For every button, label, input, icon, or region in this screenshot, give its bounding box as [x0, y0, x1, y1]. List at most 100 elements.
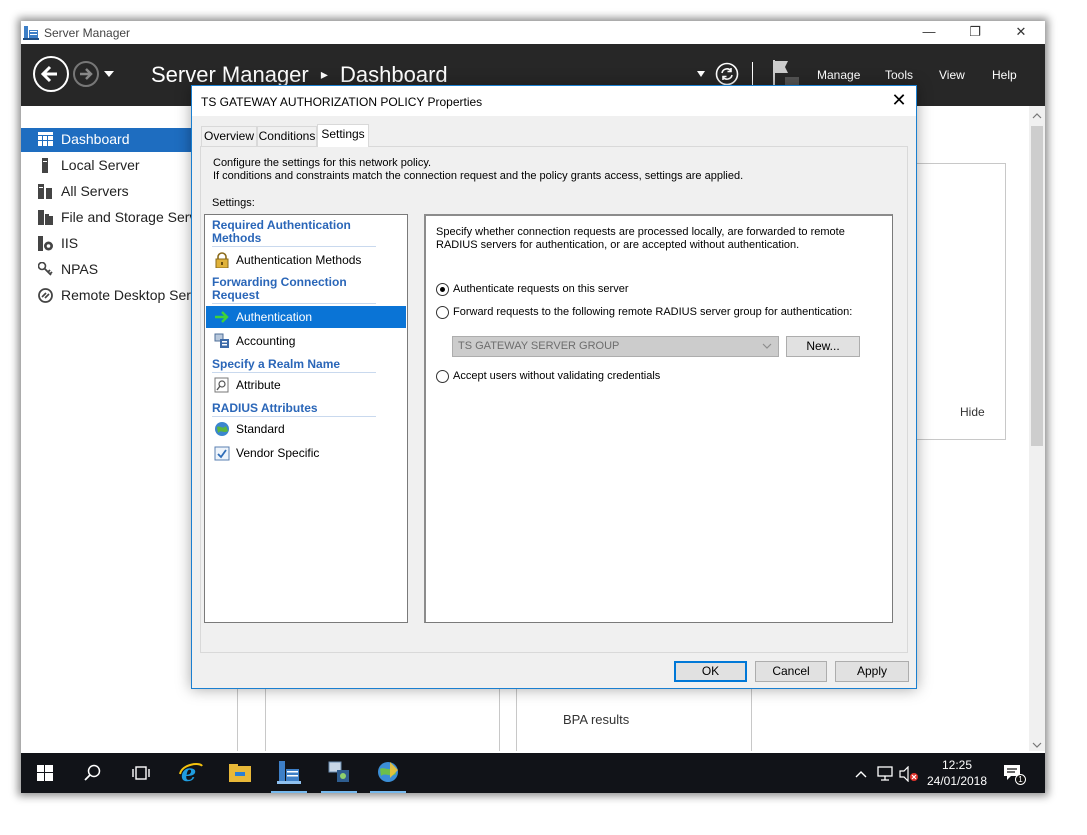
taskbar-server-manager[interactable] — [269, 753, 309, 793]
minimize-button[interactable]: — — [906, 21, 952, 44]
radio-button-checked[interactable] — [436, 283, 449, 296]
tab-overview[interactable]: Overview — [201, 126, 257, 146]
rd-gateway-icon — [378, 762, 398, 782]
content-scrollbar[interactable] — [1029, 106, 1045, 751]
npas-icon — [38, 262, 53, 276]
panel-description-1: Configure the settings for this network … — [213, 157, 432, 169]
menu-view[interactable]: View — [939, 68, 965, 82]
history-dropdown-icon[interactable] — [104, 70, 114, 78]
sidebar-item-label: NPAS — [61, 261, 99, 277]
sidebar-item-label: Local Server — [61, 157, 140, 173]
tree-item-authentication[interactable]: Authentication — [206, 306, 406, 328]
new-group-button[interactable]: New... — [786, 336, 860, 357]
tree-header-rule — [212, 416, 376, 417]
tree-item-label: Accounting — [236, 334, 296, 348]
notifications-flag-icon[interactable] — [772, 58, 802, 88]
volume-muted-icon[interactable] — [899, 766, 919, 782]
panel-description-2: If conditions and constraints match the … — [213, 170, 744, 182]
policy-properties-dialog: TS GATEWAY AUTHORIZATION POLICY Properti… — [191, 85, 917, 689]
taskbar-clock[interactable]: 12:25 24/01/2018 — [921, 757, 993, 789]
sidebar-item-npas[interactable]: NPAS — [21, 258, 196, 282]
tab-conditions[interactable]: Conditions — [257, 126, 317, 146]
cancel-button[interactable]: Cancel — [755, 661, 827, 682]
clock-time: 12:25 — [941, 758, 973, 772]
scrollbar-thumb[interactable] — [1031, 126, 1043, 446]
taskbar-file-explorer[interactable] — [220, 753, 260, 793]
vendor-specific-icon — [214, 446, 230, 461]
back-button[interactable] — [33, 56, 69, 92]
tree-item-label: Standard — [236, 422, 285, 436]
dashboard-icon — [38, 132, 53, 146]
bpa-results-label[interactable]: BPA results — [563, 712, 629, 727]
server-icon — [42, 158, 48, 173]
detail-intro-1: Specify whether connection requests are … — [436, 226, 845, 238]
forward-button[interactable] — [73, 61, 99, 87]
tab-settings[interactable]: Settings — [317, 124, 369, 147]
sidebar-item-remote-desktop[interactable]: Remote Desktop Services — [21, 284, 196, 308]
hide-welcome-link[interactable]: Hide — [960, 405, 985, 419]
window-titlebar: Server Manager — ❐ ✕ — [21, 21, 1045, 44]
restore-button[interactable]: ❐ — [952, 21, 998, 44]
apply-button[interactable]: Apply — [835, 661, 909, 682]
taskbar-rd-gateway[interactable] — [368, 753, 408, 793]
tree-item-label: Attribute — [236, 378, 281, 392]
sidebar-item-local-server[interactable]: Local Server — [21, 154, 196, 178]
show-hidden-icons-icon[interactable] — [855, 770, 867, 778]
tree-item-authentication-methods[interactable]: Authentication Methods — [206, 249, 406, 271]
taskbar-internet-explorer[interactable]: e — [171, 753, 211, 793]
tree-item-standard[interactable]: Standard — [206, 418, 406, 440]
refresh-icon[interactable] — [715, 62, 739, 86]
dialog-close-button[interactable]: ✕ — [882, 86, 916, 116]
close-window-button[interactable]: ✕ — [998, 21, 1044, 44]
storage-icon — [38, 210, 53, 225]
breadcrumb-separator-icon: ▸ — [320, 66, 328, 82]
tree-item-vendor-specific[interactable]: Vendor Specific — [206, 442, 406, 464]
window-title: Server Manager — [44, 26, 131, 40]
tree-header-rule — [212, 246, 376, 247]
search-button[interactable] — [73, 753, 113, 793]
sidebar-item-all-servers[interactable]: All Servers — [21, 180, 196, 204]
sidebar-item-dashboard[interactable]: Dashboard — [21, 128, 196, 152]
dialog-title: TS GATEWAY AUTHORIZATION POLICY Properti… — [201, 95, 483, 109]
tree-item-attribute[interactable]: Attribute — [206, 374, 406, 396]
welcome-tile — [916, 163, 1006, 440]
running-indicator — [321, 791, 357, 793]
tree-item-accounting[interactable]: Accounting — [206, 330, 406, 352]
clock-date: 24/01/2018 — [926, 774, 988, 788]
radio-button[interactable] — [436, 306, 449, 319]
tree-header-radius: RADIUS Attributes — [212, 401, 318, 415]
tile-column-5 — [751, 689, 752, 751]
running-indicator — [271, 791, 307, 793]
scroll-up-icon[interactable] — [1029, 109, 1045, 123]
start-button[interactable] — [25, 753, 65, 793]
tile-column-3 — [499, 689, 500, 751]
network-icon[interactable] — [877, 766, 895, 782]
tree-header-line: Request — [212, 288, 260, 302]
refresh-dropdown-icon[interactable] — [697, 71, 705, 77]
file-explorer-icon — [229, 764, 251, 782]
tree-header-line: Methods — [212, 231, 262, 245]
menu-manage[interactable]: Manage — [817, 68, 860, 82]
tile-column-4 — [516, 689, 517, 751]
radius-server-group-select: TS GATEWAY SERVER GROUP — [452, 336, 779, 357]
scroll-down-icon[interactable] — [1029, 738, 1045, 752]
forward-arrow-icon — [80, 68, 93, 80]
search-icon — [84, 764, 101, 781]
menu-tools[interactable]: Tools — [885, 68, 913, 82]
task-view-button[interactable] — [121, 753, 161, 793]
tree-item-label: Vendor Specific — [236, 446, 320, 460]
taskbar-nps-console[interactable] — [319, 753, 359, 793]
ok-button[interactable]: OK — [674, 661, 747, 682]
task-view-icon — [132, 766, 150, 780]
header-divider — [752, 62, 753, 86]
windows-logo-icon — [37, 765, 53, 781]
dialog-titlebar[interactable]: TS GATEWAY AUTHORIZATION POLICY Properti… — [192, 86, 916, 116]
server-manager-app-icon — [23, 26, 39, 40]
sidebar-item-iis[interactable]: IIS — [21, 232, 196, 256]
radio-button[interactable] — [436, 370, 449, 383]
menu-help[interactable]: Help — [992, 68, 1017, 82]
tree-header-rule — [212, 372, 376, 373]
sidebar-item-label: Dashboard — [61, 131, 130, 147]
sidebar-item-file-storage[interactable]: File and Storage Services — [21, 206, 196, 230]
server-manager-icon — [277, 761, 301, 784]
